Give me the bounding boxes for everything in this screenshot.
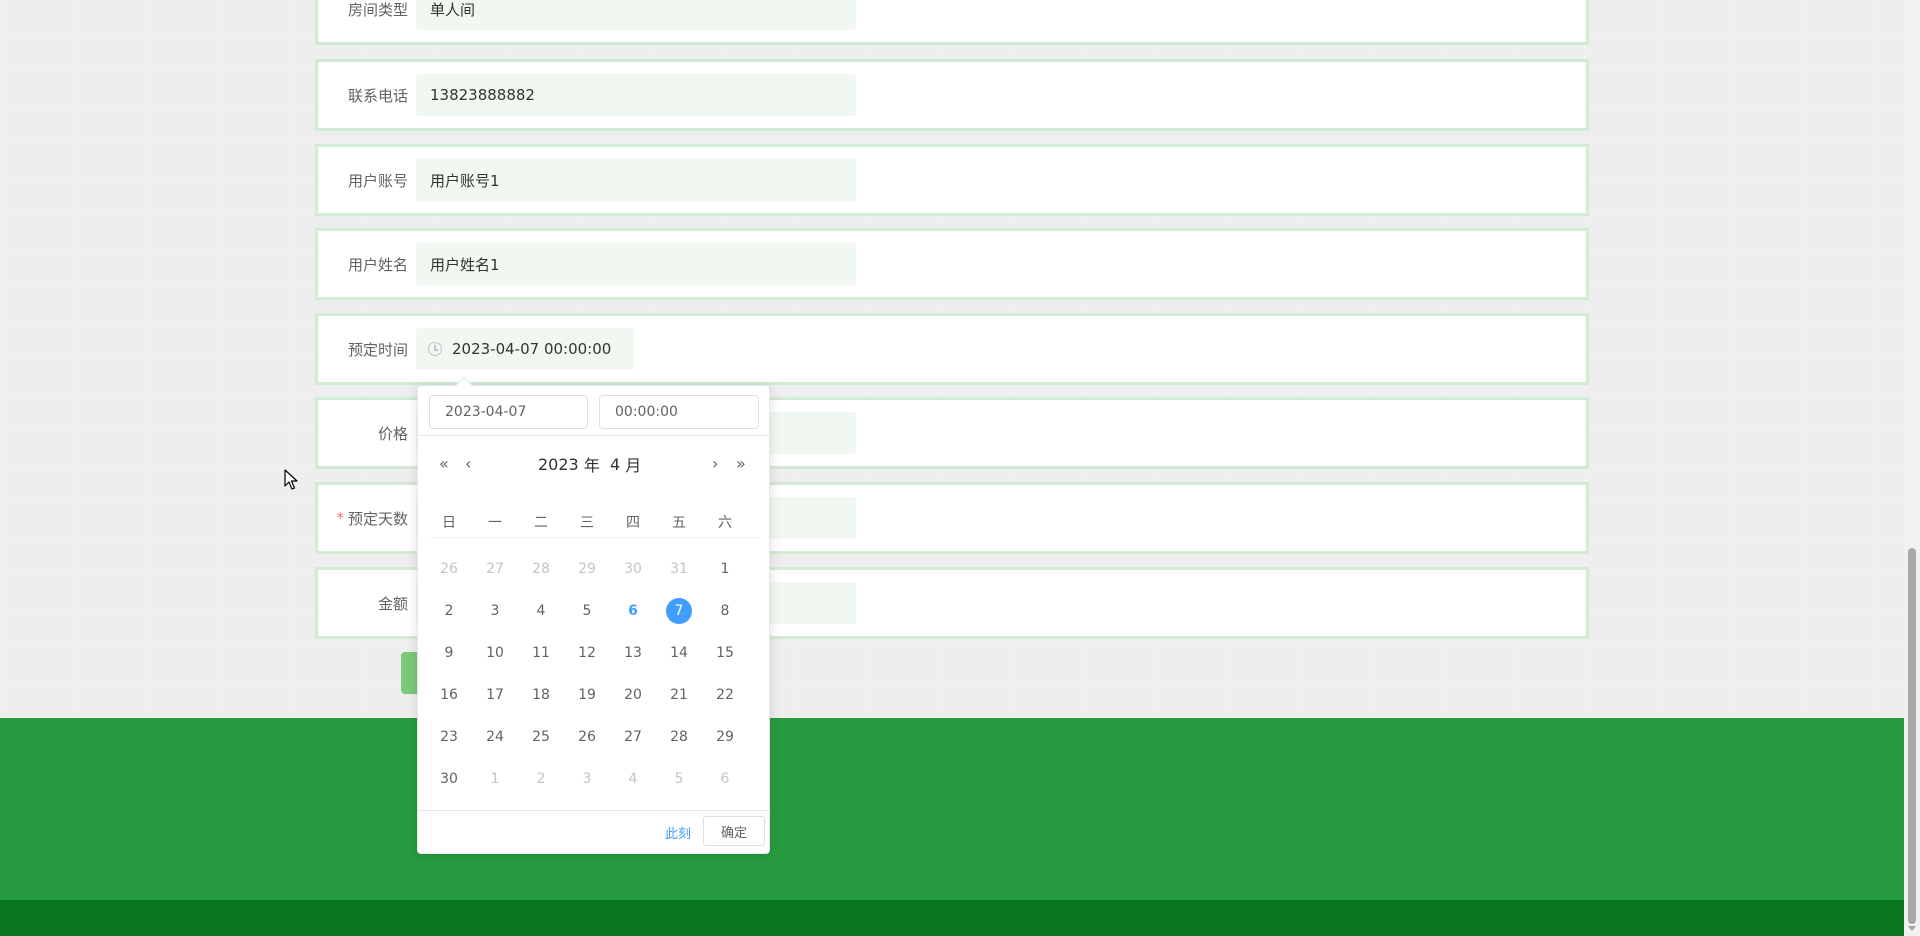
calendar-year-suffix: 年 <box>583 456 600 475</box>
calendar-day[interactable]: 9 <box>434 638 464 668</box>
form-label: 用户账号 <box>347 171 408 190</box>
required-mark: * <box>336 509 344 527</box>
form-label: 预定时间 <box>347 340 408 359</box>
calendar-day[interactable]: 10 <box>480 638 510 668</box>
clock-icon <box>428 342 442 356</box>
calendar-day[interactable]: 27 <box>480 554 510 584</box>
arrow-cursor-icon <box>284 469 298 490</box>
calendar-day-selected[interactable]: 7 <box>666 598 692 624</box>
calendar-day[interactable]: 16 <box>434 680 464 710</box>
calendar-day-today[interactable]: 6 <box>618 596 648 626</box>
weekday-header: 日一二三四五六 <box>430 508 760 538</box>
booking-time-value: 2023-04-07 00:00:00 <box>452 340 612 358</box>
page-scrollbar[interactable] <box>1904 0 1920 936</box>
weekday-label: 六 <box>718 515 732 531</box>
weekday-label: 四 <box>626 515 640 531</box>
calendar-month[interactable]: 4 <box>610 455 620 474</box>
calendar-day[interactable]: 26 <box>434 554 464 584</box>
calendar-day[interactable]: 30 <box>434 764 464 794</box>
calendar-day[interactable]: 11 <box>526 638 556 668</box>
calendar-day[interactable]: 12 <box>572 638 602 668</box>
form-label: 房间类型 <box>347 0 408 19</box>
calendar-title: 2023 年 4 月 <box>538 452 641 476</box>
calendar-day[interactable]: 5 <box>572 596 602 626</box>
confirm-button[interactable]: 确定 <box>703 816 765 846</box>
left-icon[interactable]: ‹ <box>465 452 471 476</box>
datetime-picker: 2023-04-07 00:00:00 « ‹ 2023 年 4 月 › » 日… <box>417 376 770 855</box>
calendar-day[interactable]: 22 <box>710 680 740 710</box>
calendar-day[interactable]: 28 <box>664 722 694 752</box>
booking-time-input[interactable]: 2023-04-07 00:00:00 <box>416 328 634 370</box>
calendar-day[interactable]: 6 <box>710 764 740 794</box>
calendar-day[interactable]: 2 <box>434 596 464 626</box>
form-row-room-type: 房间类型 单人间 <box>315 0 1589 45</box>
form-label: 金额 <box>377 594 408 613</box>
form-label: 价格 <box>377 424 408 443</box>
calendar-day[interactable]: 20 <box>618 680 648 710</box>
form-row-account: 用户账号 用户账号1 <box>315 144 1589 216</box>
account-input[interactable]: 用户账号1 <box>416 159 856 201</box>
picker-time-input[interactable]: 00:00:00 <box>599 395 759 429</box>
name-input[interactable]: 用户姓名1 <box>416 243 856 285</box>
calendar-day[interactable]: 31 <box>664 554 694 584</box>
form-row-booking-time: 预定时间 2023-04-07 00:00:00 <box>315 313 1589 385</box>
calendar-day[interactable]: 13 <box>618 638 648 668</box>
calendar-day[interactable]: 5 <box>664 764 694 794</box>
calendar-day[interactable]: 14 <box>664 638 694 668</box>
calendar-day[interactable]: 26 <box>572 722 602 752</box>
calendar-day[interactable]: 29 <box>572 554 602 584</box>
calendar-day[interactable]: 30 <box>618 554 648 584</box>
calendar-day[interactable]: 18 <box>526 680 556 710</box>
room-type-input[interactable]: 单人间 <box>416 0 856 30</box>
now-button[interactable]: 此刻 <box>665 823 691 842</box>
calendar-day[interactable]: 1 <box>480 764 510 794</box>
picker-footer: 此刻 确定 <box>418 810 769 855</box>
calendar-day[interactable]: 19 <box>572 680 602 710</box>
form-label: * 预定天数 <box>336 485 408 551</box>
calendar-day[interactable]: 2 <box>526 764 556 794</box>
form-label-text: 预定天数 <box>347 509 408 528</box>
scroll-down-arrow-icon[interactable] <box>1908 926 1916 931</box>
calendar-day[interactable]: 4 <box>526 596 556 626</box>
form-row-phone: 联系电话 13823888882 <box>315 59 1589 131</box>
picker-header: 2023-04-07 00:00:00 <box>418 386 769 436</box>
calendar-day[interactable]: 27 <box>618 722 648 752</box>
calendar-day[interactable]: 3 <box>480 596 510 626</box>
phone-input[interactable]: 13823888882 <box>416 74 856 116</box>
scrollbar-thumb[interactable] <box>1908 548 1916 924</box>
double-left-icon[interactable]: « <box>439 452 449 476</box>
calendar-day[interactable]: 25 <box>526 722 556 752</box>
footer <box>0 718 1904 900</box>
calendar-day[interactable]: 17 <box>480 680 510 710</box>
calendar-day[interactable]: 4 <box>618 764 648 794</box>
calendar-day[interactable]: 23 <box>434 722 464 752</box>
calendar-month-suffix: 月 <box>625 456 642 475</box>
double-right-icon[interactable]: » <box>736 452 746 476</box>
form-label: 用户姓名 <box>347 255 408 274</box>
weekday-label: 三 <box>580 515 594 531</box>
picker-date-input[interactable]: 2023-04-07 <box>429 395 588 429</box>
calendar-day[interactable]: 21 <box>664 680 694 710</box>
calendar-day[interactable]: 15 <box>710 638 740 668</box>
calendar-day[interactable]: 1 <box>710 554 740 584</box>
calendar-day[interactable]: 29 <box>710 722 740 752</box>
form-row-name: 用户姓名 用户姓名1 <box>315 228 1589 300</box>
calendar-day[interactable]: 28 <box>526 554 556 584</box>
right-icon[interactable]: › <box>712 452 718 476</box>
footer-bottom-bar <box>0 900 1904 936</box>
weekday-label: 五 <box>672 515 686 531</box>
calendar-day[interactable]: 3 <box>572 764 602 794</box>
calendar-year[interactable]: 2023 <box>538 455 579 474</box>
calendar-day[interactable]: 24 <box>480 722 510 752</box>
weekday-label: 二 <box>534 515 548 531</box>
calendar-day[interactable]: 8 <box>710 596 740 626</box>
weekday-label: 日 <box>442 515 456 531</box>
weekday-label: 一 <box>488 515 502 531</box>
form-label: 联系电话 <box>347 86 408 105</box>
